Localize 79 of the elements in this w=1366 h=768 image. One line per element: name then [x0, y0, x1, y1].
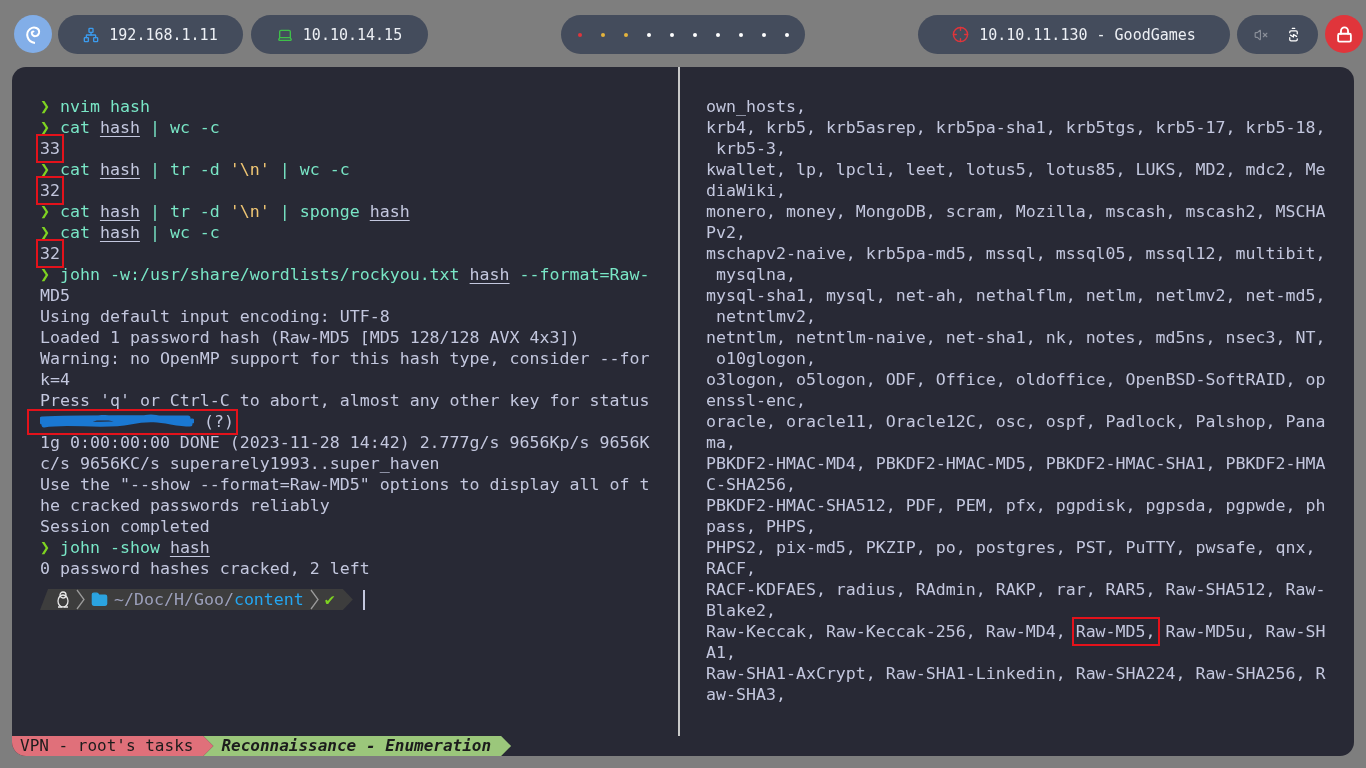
- launcher-button[interactable]: [14, 15, 52, 53]
- terminal-line: krb5-3,: [715, 138, 787, 159]
- lock-button[interactable]: [1325, 15, 1363, 53]
- scribble-icon: [40, 413, 194, 430]
- terminal-line: Warning: no OpenMP support for this hash type, consider --for: [40, 348, 651, 369]
- status-tab[interactable]: Reconnaissance - Enumeration: [203, 736, 512, 756]
- terminal-line: o10glogon,: [715, 348, 817, 369]
- chevron-icon: [309, 589, 319, 610]
- terminal-line: enssl-enc,: [706, 390, 807, 411]
- terminal-line: Session completed: [40, 516, 211, 537]
- terminal-line: mysqlna,: [715, 264, 797, 285]
- muted-speaker-icon[interactable]: [1254, 27, 1268, 42]
- terminal-line: 0 password hashes cracked, 2 left: [40, 558, 371, 579]
- status-tab[interactable]: VPN - root's tasks: [12, 736, 214, 756]
- terminal-line: own_hosts,: [706, 96, 807, 117]
- workspace-dot[interactable]: [577, 32, 582, 37]
- workspace-dot[interactable]: [669, 32, 674, 37]
- workspace-dot[interactable]: [761, 32, 766, 37]
- target-address: 10.10.11.130 - GoodGames: [979, 25, 1196, 44]
- penguin-icon: [56, 591, 70, 608]
- terminal-line: ❯ john -show hash: [40, 537, 211, 558]
- terminal-text: (?): [203, 411, 234, 432]
- terminal-line: monero, money, MongoDB, scram, Mozilla, mscash, mscash2, MSCHA: [706, 201, 1327, 222]
- terminal-line: RACF-KDFAES, radius, RAdmin, RAKP, rar, RAR5, Raw-SHA512, Raw-: [706, 579, 1327, 600]
- terminal-line: pass, PHPS,: [706, 516, 817, 537]
- terminal-line: mysql-sha1, mysql, net-ah, nethalflm, netlm, netlmv2, net-md5,: [706, 285, 1327, 306]
- terminal-line: PBKDF2-HMAC-MD4, PBKDF2-HMAC-MD5, PBKDF2-HMAC-SHA1, PBKDF2-HMA: [706, 453, 1327, 474]
- terminal-line: Using default input encoding: UTF-8: [40, 306, 391, 327]
- terminal-line: Press 'q' or Ctrl-C to abort, almost any other key for status: [40, 390, 651, 411]
- terminal-line: 1g 0:00:00:00 DONE (2023-11-28 14:42) 2.777g/s 9656Kp/s 9656K: [40, 432, 651, 453]
- terminal-line: ❯ cat hash | tr -d '\n' | sponge hash: [40, 201, 411, 222]
- terminal-line: ma,: [706, 432, 737, 453]
- terminal-line: ❯ john -w:/usr/share/wordlists/rockyou.txt hash --format=Raw-: [40, 264, 651, 285]
- terminal-line: PBKDF2-HMAC-SHA512, PDF, PEM, pfx, pgpdisk, pgpsda, pgpwde, ph: [706, 495, 1327, 516]
- workspace-dot[interactable]: [600, 32, 605, 37]
- chevron-icon: [76, 589, 85, 610]
- terminal-line: krb4, krb5, krb5asrep, krb5pa-sha1, krb5tgs, krb5-17, krb5-18,: [706, 117, 1327, 138]
- current-directory: content: [233, 589, 304, 610]
- terminal-line: PHPS2, pix-md5, PKZIP, po, postgres, PST, PuTTY, pwsafe, qnx,: [706, 537, 1317, 558]
- terminal-line: o3logon, o5logon, ODF, Office, oldoffice, OpenBSD-SoftRAID, op: [706, 369, 1327, 390]
- terminal-line: k=4: [40, 369, 71, 390]
- terminal-line: netntlm, netntlm-naive, net-sha1, nk, notes, md5ns, nsec3, NT,: [706, 327, 1327, 348]
- terminal-line: mschapv2-naive, krb5pa-md5, mssql, mssql05, mssql12, multibit,: [706, 243, 1327, 264]
- status-mark: ✔: [324, 589, 335, 610]
- terminal-line: c/s 9656KC/s superarely1993..super_haven: [40, 453, 441, 474]
- workspace-dot[interactable]: [715, 32, 720, 37]
- workspace-dot[interactable]: [623, 32, 628, 37]
- terminal-line: diaWiki,: [706, 180, 787, 201]
- battery-icon: [1286, 27, 1301, 42]
- lock-icon: [1335, 25, 1353, 43]
- terminal-line: Pv2,: [706, 222, 747, 243]
- terminal-line: Blake2,: [706, 600, 777, 621]
- terminal-line: ❯ nvim hash: [40, 96, 151, 117]
- terminal-line: RACF,: [706, 558, 757, 579]
- workspace-dot[interactable]: [692, 32, 697, 37]
- terminal-line: ❯ cat hash | wc -c: [40, 222, 221, 243]
- terminal-line: Raw-SHA1-AxCrypt, Raw-SHA1-Linkedin, Raw-SHA224, Raw-SHA256, R: [706, 663, 1327, 684]
- terminal-line: ❯ cat hash | tr -d '\n' | wc -c: [40, 159, 351, 180]
- text-cursor: [362, 589, 365, 610]
- terminal-line: C-SHA256,: [706, 474, 797, 495]
- path-text: ~/Doc/H/Goo/: [114, 589, 234, 610]
- terminal-line: A1,: [706, 642, 737, 663]
- crosshair-icon: [952, 26, 970, 43]
- terminal-line: kwallet, lp, lpcli, leet, lotus5, lotus85, LUKS, MD2, mdc2, Me: [706, 159, 1327, 180]
- terminal-line: aw-SHA3,: [706, 684, 787, 705]
- ip-address: 192.168.1.11: [109, 25, 218, 44]
- ip-address: 10.10.14.15: [302, 25, 403, 44]
- terminal-line: he cracked passwords reliably: [40, 495, 331, 516]
- terminal-line: Loaded 1 password hash (Raw-MD5 [MD5 128/128 AVX 4x3]): [40, 327, 581, 348]
- terminal-line: ❯ cat hash | wc -c: [40, 117, 221, 138]
- workspace-dot[interactable]: [738, 32, 743, 37]
- terminal-line: Use the "--show --format=Raw-MD5" options to display all of t: [40, 474, 651, 495]
- workspace-dot[interactable]: [784, 32, 789, 37]
- terminal-line: oracle, oracle11, Oracle12C, osc, ospf, Padlock, Palshop, Pana: [706, 411, 1327, 432]
- terminal-line: MD5: [40, 285, 71, 306]
- folder-icon: [91, 591, 108, 608]
- terminal-line: netntlmv2,: [715, 306, 817, 327]
- network-icon: [83, 26, 100, 43]
- workspace-dot[interactable]: [646, 32, 651, 37]
